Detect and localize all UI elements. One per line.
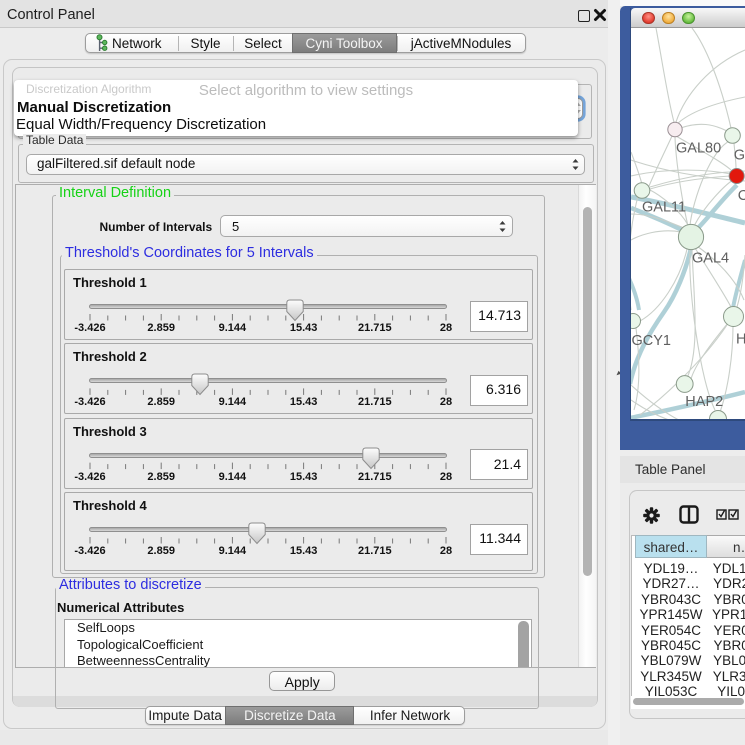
svg-text:H: H: [736, 332, 745, 348]
svg-text:HAP2: HAP2: [685, 394, 723, 410]
svg-text:GCY1: GCY1: [632, 333, 672, 349]
svg-text:GAL11: GAL11: [642, 200, 686, 216]
svg-text:C: C: [738, 188, 745, 204]
svg-text:GAL4: GAL4: [692, 251, 729, 267]
svg-text:GAL80: GAL80: [676, 141, 721, 157]
svg-text:GA: GA: [734, 148, 745, 164]
